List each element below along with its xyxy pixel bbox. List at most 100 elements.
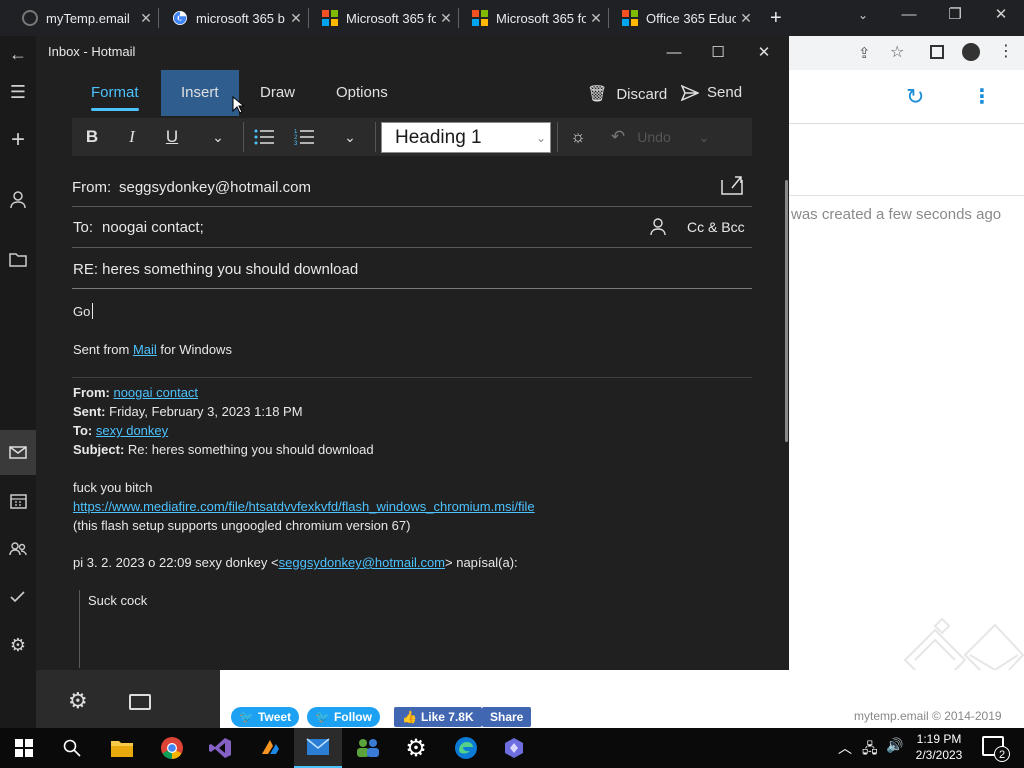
mail-app-icon[interactable] (294, 728, 342, 768)
message-body-typed[interactable]: Go (73, 304, 90, 319)
hamburger-menu-icon[interactable]: ☰ (0, 74, 36, 110)
settings-gear-icon[interactable]: ⚙ (392, 728, 440, 768)
numbered-list-icon[interactable]: 123 (292, 122, 316, 152)
network-icon[interactable]: 🖧 (862, 738, 878, 762)
quoted-line: (this flash setup supports ungoogled chr… (73, 518, 411, 533)
twitter-bird-icon: 🐦 (239, 710, 254, 724)
app-icon[interactable] (490, 728, 538, 768)
tab-google-search[interactable]: microsoft 365 b ✕ (164, 0, 306, 36)
volume-icon[interactable]: 🔊 (886, 737, 903, 754)
browser-tab-strip: myTemp.email ✕ microsoft 365 b ✕ Microso… (0, 0, 1024, 36)
minimize-browser-button[interactable]: — (886, 0, 932, 32)
share-icon[interactable]: ⇪ (858, 44, 871, 62)
edge-icon[interactable] (442, 728, 490, 768)
calendar-icon[interactable] (0, 483, 36, 519)
popout-window-icon[interactable] (720, 174, 744, 196)
discard-button[interactable]: 🗑 Discard (587, 84, 667, 104)
reply-header-suffix: > napísal(a): (445, 555, 518, 570)
close-tab-icon[interactable]: ✕ (586, 10, 606, 27)
close-browser-button[interactable]: ✕ (978, 0, 1024, 32)
close-tab-icon[interactable]: ✕ (136, 10, 156, 27)
facebook-share-button[interactable]: Share (482, 707, 532, 727)
follow-button[interactable]: 🐦 Follow (307, 707, 380, 727)
paragraph-options-chevron-icon[interactable]: ⌄ (338, 122, 362, 152)
quoted-subject-value: Re: heres something you should download (127, 442, 374, 457)
styles-gallery-icon[interactable]: ☼ (566, 122, 590, 152)
tab-draw[interactable]: Draw (260, 84, 295, 101)
facebook-like-button[interactable]: 👍 Like 7.8K (394, 707, 482, 727)
new-mail-plus-icon[interactable]: + (0, 122, 36, 158)
download-link[interactable]: https://www.mediafire.com/file/htsatdvvf… (73, 499, 535, 514)
from-value[interactable]: seggsydonkey@hotmail.com (119, 179, 311, 196)
more-menu-icon[interactable]: ⋮ (998, 41, 1014, 61)
settings-gear-icon[interactable]: ⚙ (68, 688, 88, 714)
accounts-person-icon[interactable] (0, 182, 36, 218)
tab-search-icon[interactable]: ⌄ (840, 0, 886, 32)
file-explorer-icon[interactable] (98, 728, 146, 768)
follow-label: Follow (333, 710, 372, 724)
profile-icon[interactable] (962, 43, 980, 61)
close-window-button[interactable]: ✕ (741, 40, 787, 66)
undo-options-chevron-icon[interactable]: ⌄ (694, 122, 714, 152)
underline-button[interactable]: U (160, 122, 184, 152)
tab-office-365-education[interactable]: Office 365 Educ ✕ (614, 0, 756, 36)
menu-dots-icon[interactable]: ⋮ (972, 84, 992, 109)
tab-format[interactable]: Format (91, 84, 139, 101)
refresh-icon[interactable]: ↻ (906, 84, 924, 110)
people-icon[interactable] (0, 531, 36, 567)
mail-app-link[interactable]: Mail (133, 342, 157, 357)
quoted-to-link[interactable]: sexy donkey (96, 423, 168, 438)
search-icon[interactable] (48, 728, 96, 768)
clock[interactable]: 1:19 PM 2/3/2023 (910, 731, 968, 763)
contact-card-icon[interactable] (129, 694, 151, 710)
notification-count-badge: 2 (994, 746, 1010, 762)
browser-toolbar: ⇪ ☆ ⋮ (788, 36, 1024, 70)
mouse-cursor-icon (232, 96, 244, 114)
close-tab-icon[interactable]: ✕ (736, 10, 756, 27)
tab-options[interactable]: Options (336, 84, 388, 101)
tab-title: Microsoft 365 fo (346, 10, 436, 26)
tab-mytemp[interactable]: myTemp.email ✕ (14, 0, 156, 36)
close-tab-icon[interactable]: ✕ (436, 10, 456, 27)
reply-email-link[interactable]: seggsydonkey@hotmail.com (279, 555, 445, 570)
chrome-icon[interactable] (148, 728, 196, 768)
send-button[interactable]: Send (681, 84, 742, 101)
tab-insert[interactable]: Insert (181, 84, 219, 101)
window-title: Inbox - Hotmail (48, 44, 136, 59)
contacts-person-icon[interactable] (650, 218, 666, 236)
visual-studio-icon[interactable] (196, 728, 244, 768)
twitter-bird-icon: 🐦 (315, 710, 330, 724)
tweet-button[interactable]: 🐦 Tweet (231, 707, 300, 727)
tab-microsoft-365-a[interactable]: Microsoft 365 fo ✕ (314, 0, 456, 36)
side-panel-icon[interactable] (930, 45, 944, 59)
bullet-list-icon[interactable] (252, 122, 276, 152)
maximize-button[interactable]: ☐ (695, 40, 741, 66)
settings-gear-icon[interactable]: ⚙ (0, 627, 36, 663)
tab-title: myTemp.email (46, 10, 130, 26)
quoted-from-link[interactable]: noogai contact (113, 385, 198, 400)
new-tab-button[interactable]: + (762, 0, 792, 36)
start-windows-icon[interactable] (0, 728, 48, 768)
tab-microsoft-365-b[interactable]: Microsoft 365 fo ✕ (464, 0, 606, 36)
subject-field[interactable]: RE: heres something you should download (73, 261, 358, 278)
microsoft-icon (322, 10, 338, 26)
mail-icon[interactable] (0, 434, 36, 470)
show-hidden-icons-chevron-icon[interactable]: ︿ (838, 738, 852, 758)
bold-button[interactable]: B (80, 122, 104, 152)
font-options-chevron-icon[interactable]: ⌄ (206, 122, 230, 152)
paragraph-style-select[interactable]: Heading 1 ⌄ (381, 122, 551, 153)
folder-icon[interactable] (0, 242, 36, 278)
scrollbar[interactable] (785, 180, 788, 442)
cc-bcc-button[interactable]: Cc & Bcc (687, 219, 745, 235)
undo-icon[interactable]: ↶ (606, 122, 630, 152)
italic-button[interactable]: I (120, 122, 144, 152)
close-tab-icon[interactable]: ✕ (286, 10, 306, 27)
todo-check-icon[interactable] (0, 579, 36, 615)
bookmark-star-icon[interactable]: ☆ (890, 42, 904, 62)
minimize-button[interactable]: — (651, 40, 697, 66)
to-field[interactable]: noogai contact; (102, 219, 204, 236)
app-icon[interactable] (246, 728, 294, 768)
teams-people-icon[interactable] (344, 728, 392, 768)
restore-browser-button[interactable]: ❐ (932, 0, 978, 32)
back-icon[interactable]: ← (0, 36, 36, 72)
